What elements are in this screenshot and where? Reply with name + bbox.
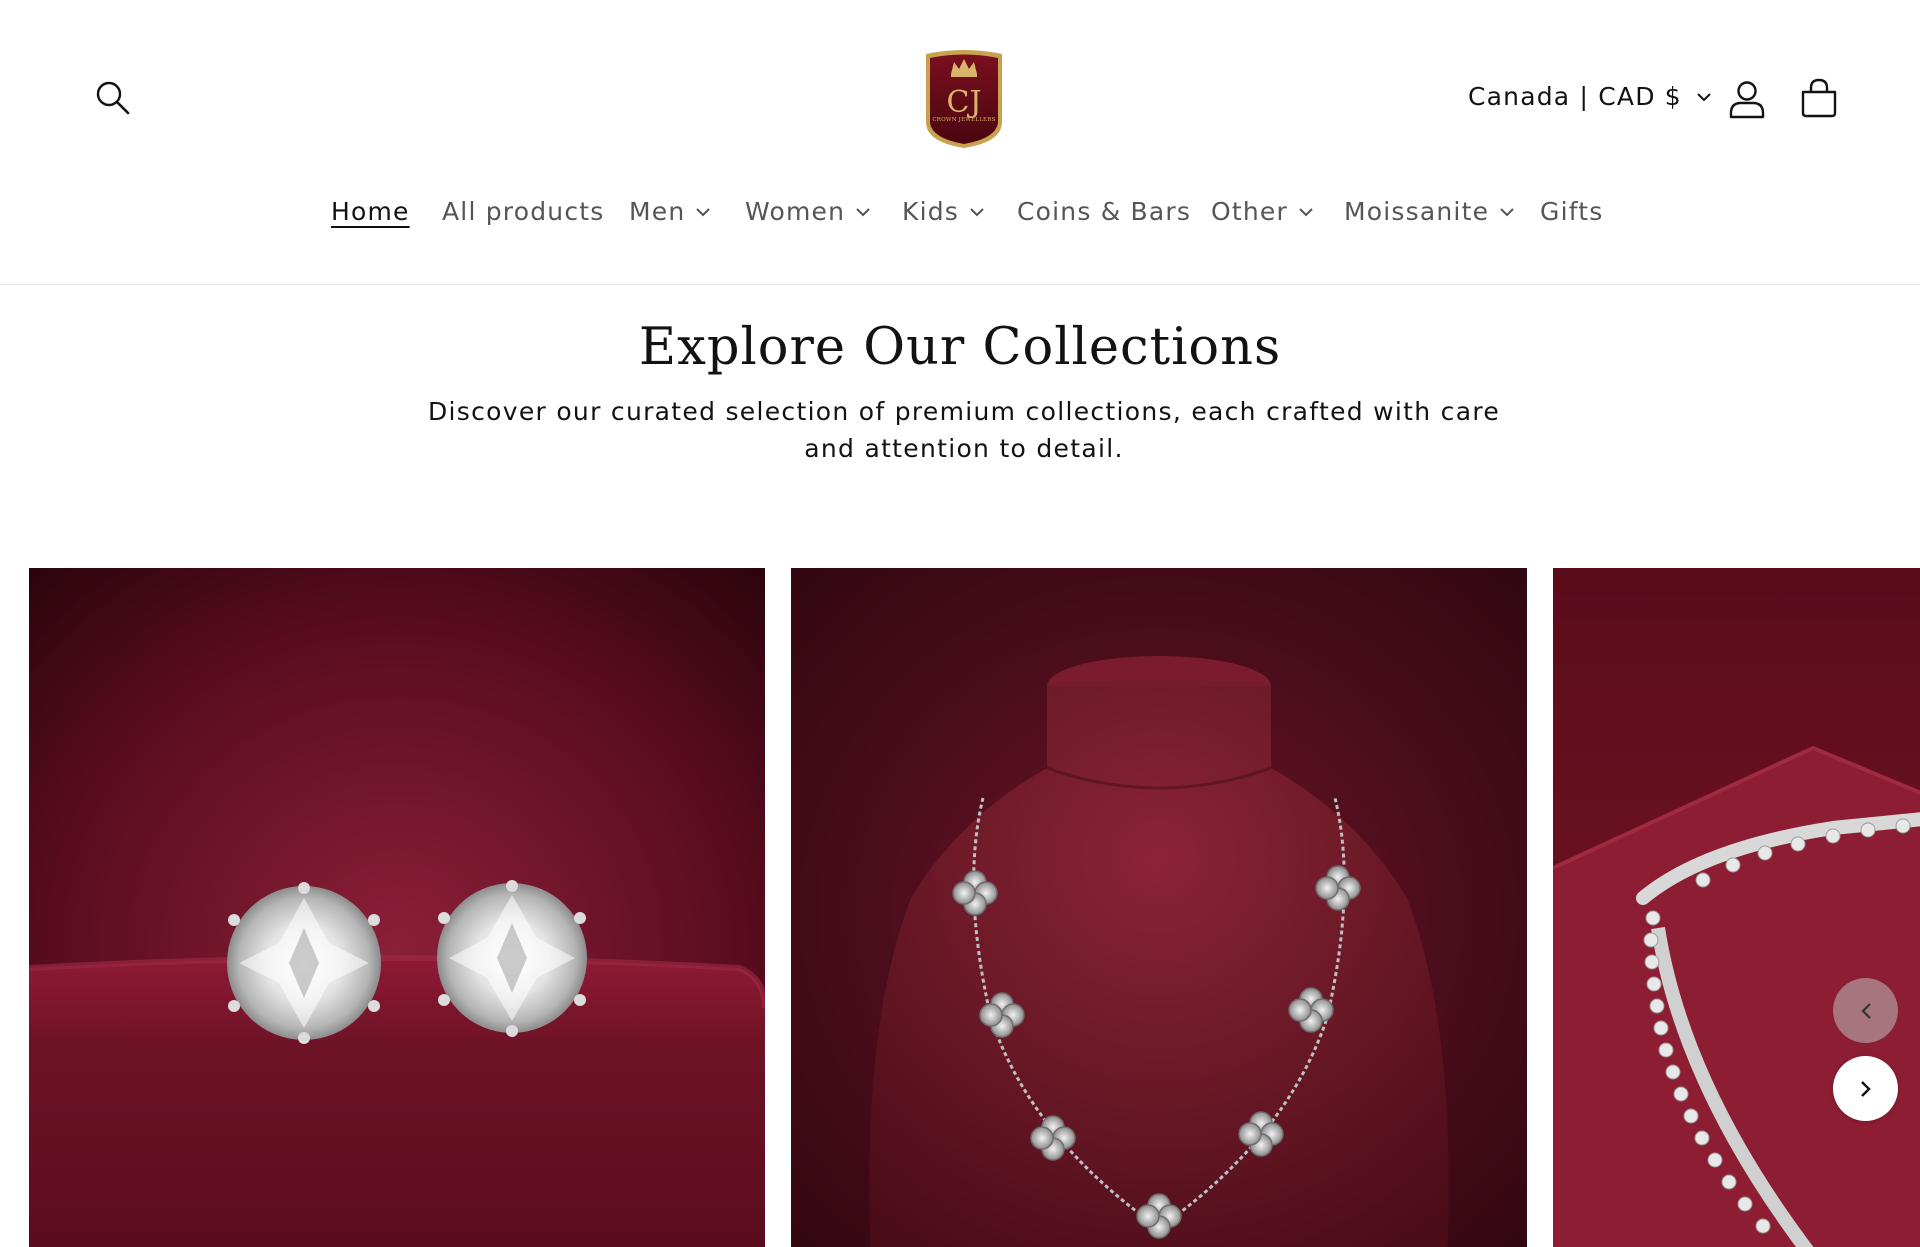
user-icon — [1729, 81, 1765, 119]
svg-text:CJ: CJ — [947, 85, 982, 120]
nav-label: Women — [745, 197, 846, 226]
nav-item-women[interactable]: Women — [745, 197, 871, 226]
necklace-image — [791, 568, 1527, 1247]
chevron-down-icon — [1299, 207, 1313, 216]
chevron-down-icon — [856, 207, 870, 216]
nav-item-moissanite[interactable]: Moissanite — [1344, 197, 1515, 226]
nav-item-coins-bars[interactable]: Coins & Bars — [1017, 197, 1191, 226]
nav-item-all-products[interactable]: All products — [442, 197, 605, 226]
collections-description: Discover our curated selection of premiu… — [427, 397, 1501, 463]
nav-label: All products — [442, 197, 605, 226]
account-button[interactable] — [1726, 78, 1768, 120]
nav-label: Gifts — [1540, 197, 1604, 226]
site-header: CJ CROWN JEWELLERS Canada | CAD $ Home A… — [0, 0, 1920, 285]
crown-logo-emblem: CJ — [926, 50, 1002, 148]
collections-title: Explore Our Collections — [638, 318, 1282, 377]
nav-item-men[interactable]: Men — [629, 197, 711, 226]
nav-label: Coins & Bars — [1017, 197, 1192, 226]
nav-item-kids[interactable]: Kids — [902, 197, 985, 226]
nav-item-other[interactable]: Other — [1211, 197, 1314, 226]
chevron-down-icon — [1500, 207, 1514, 216]
locale-label: Canada | CAD $ — [1468, 82, 1682, 111]
nav-label: Men — [629, 197, 686, 226]
chevron-right-icon — [1860, 1080, 1871, 1097]
site-logo[interactable]: CJ CROWN JEWELLERS — [918, 46, 1010, 150]
earrings-image — [29, 568, 765, 1247]
nav-label: Kids — [902, 197, 960, 226]
chevron-down-icon — [1697, 92, 1711, 101]
nav-label: Moissanite — [1344, 197, 1490, 226]
anklet-image — [1553, 568, 1920, 1247]
collection-card-necklace[interactable] — [791, 568, 1527, 1247]
slider-next-button[interactable] — [1833, 1056, 1898, 1121]
collection-card-earrings[interactable] — [29, 568, 765, 1247]
logo-text: CROWN JEWELLERS — [932, 117, 996, 123]
cart-button[interactable] — [1798, 76, 1840, 120]
collection-card-anklet[interactable] — [1553, 568, 1920, 1247]
chevron-left-icon — [1860, 1002, 1871, 1019]
nav-label: Home — [331, 197, 410, 226]
chevron-down-icon — [696, 207, 711, 216]
nav-item-home[interactable]: Home — [331, 197, 410, 226]
search-button[interactable] — [93, 78, 133, 118]
chevron-down-icon — [970, 207, 984, 216]
main-navigation: Home All products Men Women Kids Coins &… — [0, 197, 1920, 237]
cart-icon — [1801, 78, 1837, 118]
nav-label: Other — [1211, 197, 1288, 226]
search-icon — [96, 81, 130, 115]
country-currency-selector[interactable]: Canada | CAD $ — [1468, 82, 1712, 111]
nav-item-gifts[interactable]: Gifts — [1540, 197, 1604, 226]
slider-prev-button[interactable] — [1833, 978, 1898, 1043]
